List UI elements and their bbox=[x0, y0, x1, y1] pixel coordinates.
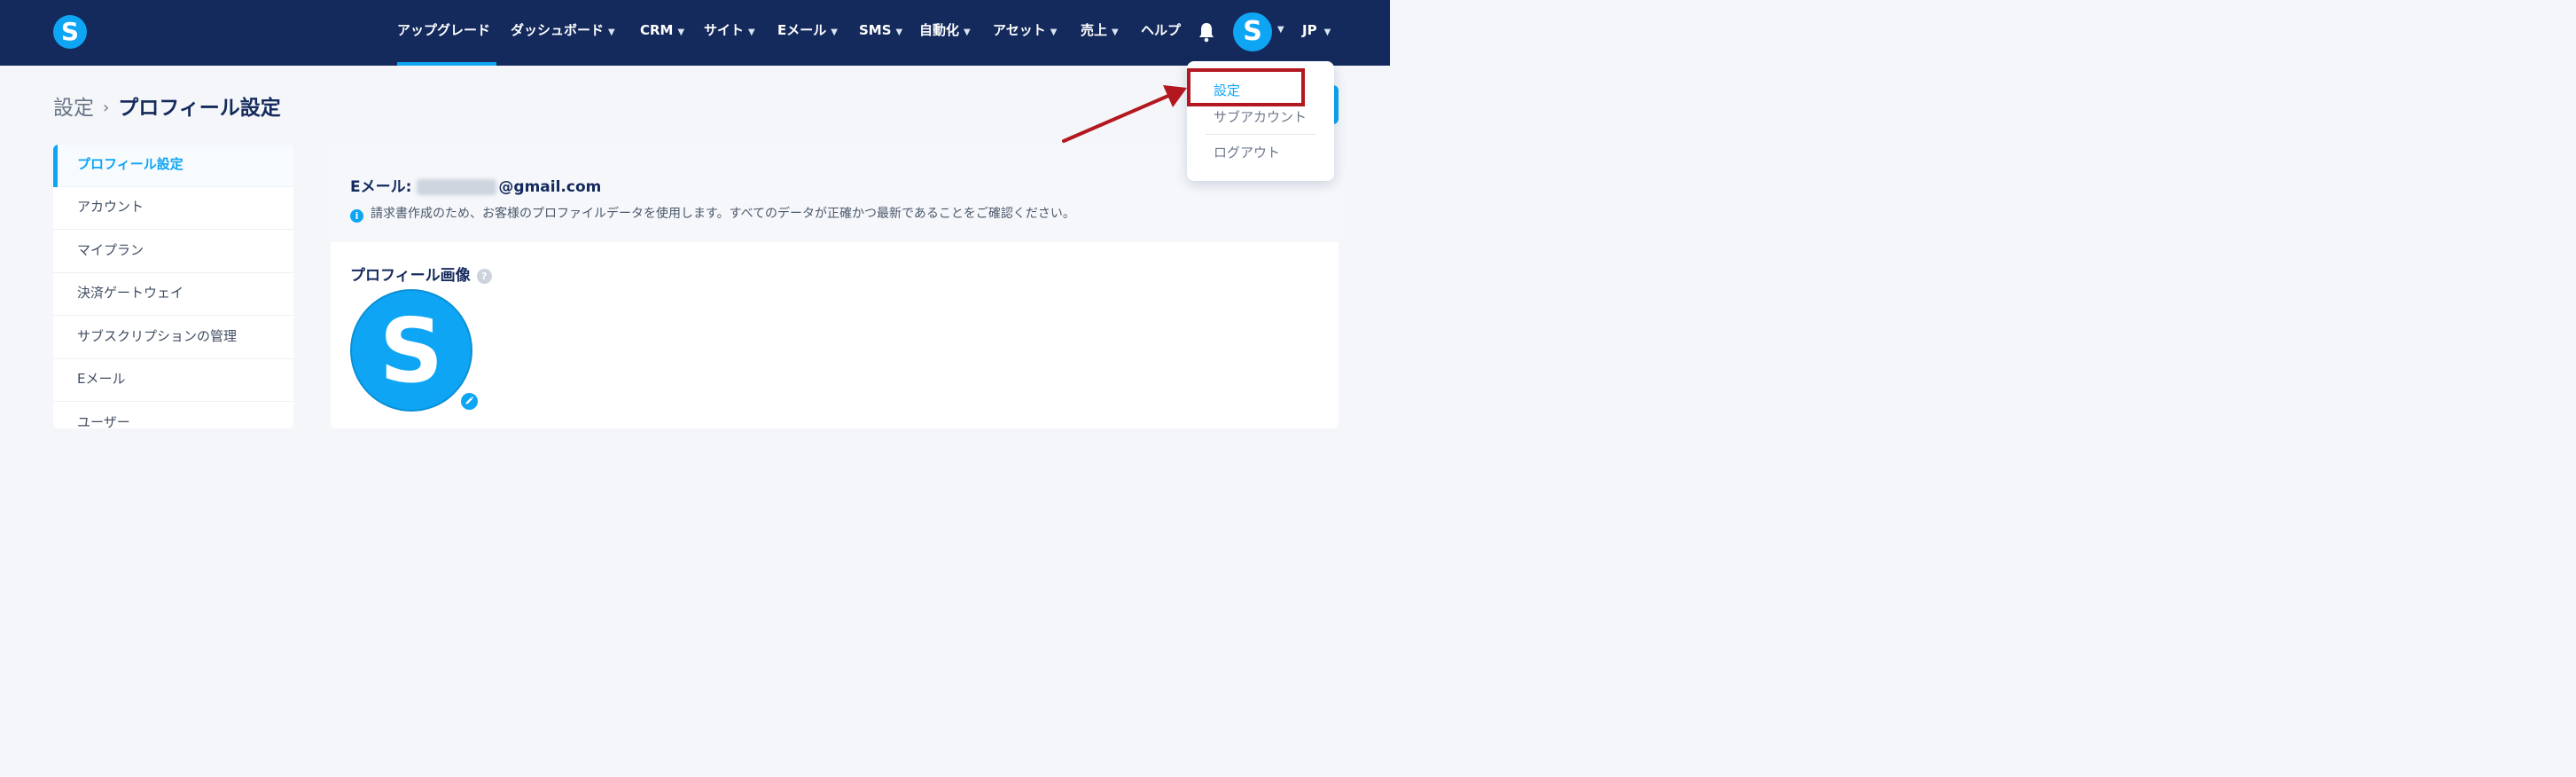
language-selector[interactable]: JP ▼ bbox=[1302, 0, 1331, 66]
chevron-down-icon: ▼ bbox=[964, 27, 971, 37]
nav-item-automation[interactable]: 自動化 ▼ bbox=[919, 0, 971, 66]
nav-active-indicator bbox=[397, 62, 496, 66]
nav-item-label: CRM bbox=[640, 22, 674, 38]
sidebar-item-label: プロフィール設定 bbox=[77, 156, 183, 172]
sidebar-item-label: アカウント bbox=[77, 199, 144, 215]
nav-item-help[interactable]: ヘルプ bbox=[1141, 0, 1181, 66]
menu-divider bbox=[1206, 134, 1315, 135]
sidebar-item-users[interactable]: ユーザー bbox=[53, 403, 293, 428]
nav-item-sms[interactable]: SMS ▼ bbox=[859, 0, 902, 66]
email-domain: @gmail.com bbox=[498, 178, 602, 196]
nav-item-dashboard[interactable]: ダッシュボード ▼ bbox=[511, 0, 615, 66]
edit-icon[interactable] bbox=[459, 391, 480, 412]
sidebar-item-subscriptions[interactable]: サブスクリプションの管理 bbox=[53, 317, 293, 359]
profile-picture: S bbox=[350, 289, 472, 412]
nav-item-label: SMS bbox=[859, 22, 892, 38]
page-title: プロフィール設定 bbox=[118, 97, 281, 120]
nav-item-crm[interactable]: CRM ▼ bbox=[640, 0, 684, 66]
nav-item-label: 売上 bbox=[1081, 22, 1108, 38]
bell-icon[interactable] bbox=[1198, 21, 1215, 43]
chevron-down-icon: ▼ bbox=[608, 27, 615, 37]
sidebar-item-profile-settings[interactable]: プロフィール設定 bbox=[53, 145, 293, 187]
settings-sidebar: プロフィール設定 アカウント マイプラン 決済ゲートウェイ サブスクリプションの… bbox=[53, 145, 293, 428]
profile-panel: Eメール: @gmail.com i 請求書作成のため、お客様のプロファイルデータを… bbox=[331, 145, 1339, 428]
chevron-down-icon: ▼ bbox=[677, 27, 685, 37]
sidebar-item-label: Eメール bbox=[77, 371, 126, 387]
chevron-down-icon: ▼ bbox=[1050, 27, 1058, 37]
email-row: Eメール: @gmail.com bbox=[350, 174, 601, 196]
sidebar-item-label: 決済ゲートウェイ bbox=[77, 285, 184, 301]
info-text: 請求書作成のため、お客様のプロファイルデータを使用します。すべてのデータが正確か… bbox=[371, 207, 1075, 221]
profile-picture-heading: プロフィール画像? bbox=[350, 263, 492, 285]
chevron-right-icon: › bbox=[103, 98, 110, 117]
profile-picture-label: プロフィール画像 bbox=[350, 267, 471, 285]
info-notice: i 請求書作成のため、お客様のプロファイルデータを使用します。すべてのデータが正確… bbox=[350, 204, 1075, 223]
chevron-down-icon[interactable]: ▼ bbox=[1277, 25, 1284, 35]
sidebar-item-label: ユーザー bbox=[77, 414, 130, 428]
app-logo[interactable]: S bbox=[53, 15, 87, 49]
sidebar-item-label: マイプラン bbox=[77, 242, 144, 258]
nav-item-upgrade[interactable]: アップグレード bbox=[397, 0, 490, 66]
nav-item-label: 自動化 bbox=[919, 22, 960, 38]
breadcrumb-parent[interactable]: 設定 bbox=[53, 97, 94, 120]
sidebar-item-email[interactable]: Eメール bbox=[53, 359, 293, 402]
email-redacted bbox=[417, 179, 497, 195]
menu-item-subaccount[interactable]: サブアカウント bbox=[1214, 107, 1307, 126]
nav-item-label: Eメール bbox=[777, 22, 827, 38]
chevron-down-icon: ▼ bbox=[831, 27, 838, 37]
sidebar-item-account[interactable]: アカウント bbox=[53, 187, 293, 230]
nav-item-sites[interactable]: サイト ▼ bbox=[704, 0, 755, 66]
breadcrumb: 設定 › プロフィール設定 bbox=[53, 90, 281, 121]
nav-item-label: アップグレード bbox=[397, 22, 491, 38]
sidebar-item-my-plan[interactable]: マイプラン bbox=[53, 231, 293, 273]
nav-item-label: ヘルプ bbox=[1141, 22, 1182, 38]
chevron-down-icon: ▼ bbox=[895, 27, 903, 37]
menu-item-logout[interactable]: ログアウト bbox=[1214, 143, 1280, 161]
chevron-down-icon: ▼ bbox=[1112, 27, 1119, 37]
email-label: Eメール: bbox=[350, 178, 412, 196]
user-avatar[interactable]: S bbox=[1233, 12, 1272, 51]
language-label: JP bbox=[1302, 22, 1317, 38]
nav-item-sales[interactable]: 売上 ▼ bbox=[1081, 0, 1119, 66]
highlight-box bbox=[1187, 68, 1305, 106]
nav-item-label: サイト bbox=[704, 22, 745, 38]
help-icon[interactable]: ? bbox=[476, 269, 492, 284]
chevron-down-icon: ▼ bbox=[1323, 27, 1331, 37]
nav-item-label: ダッシュボード bbox=[511, 22, 605, 38]
sidebar-item-label: サブスクリプションの管理 bbox=[77, 328, 238, 344]
nav-item-email[interactable]: Eメール ▼ bbox=[777, 0, 838, 66]
info-icon: i bbox=[350, 209, 363, 223]
nav-item-assets[interactable]: アセット ▼ bbox=[993, 0, 1057, 66]
nav-item-label: アセット bbox=[993, 22, 1046, 38]
sidebar-item-payment-gateway[interactable]: 決済ゲートウェイ bbox=[53, 273, 293, 316]
top-navbar: S アップグレード ダッシュボード ▼ CRM ▼ サイト ▼ Eメール ▼ SMS ▼ … bbox=[0, 0, 1390, 66]
chevron-down-icon: ▼ bbox=[748, 27, 755, 37]
